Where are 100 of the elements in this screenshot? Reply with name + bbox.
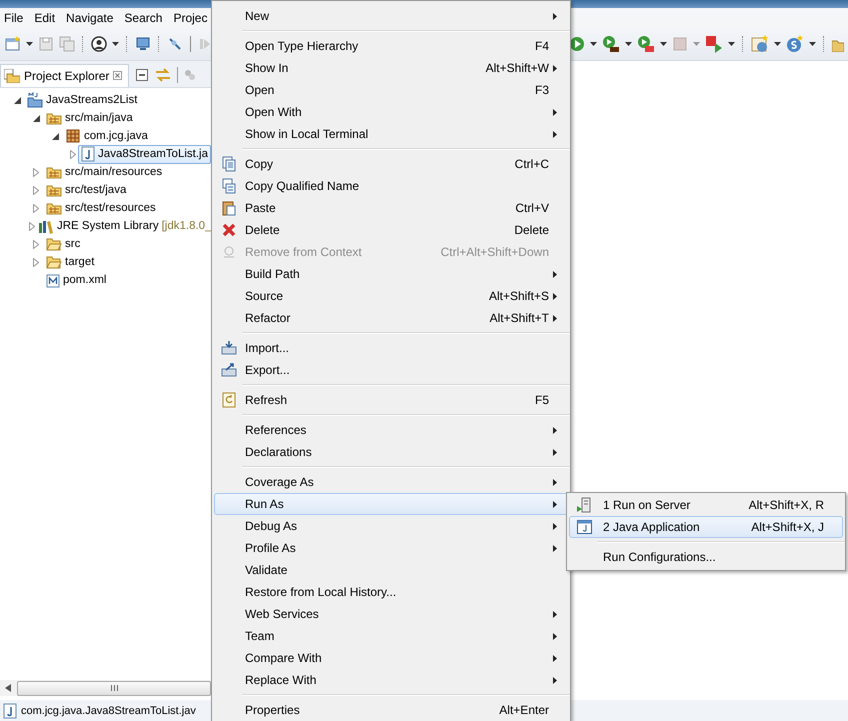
menu-item[interactable]: Team [214,625,568,647]
dots-icon [184,69,196,81]
menu-item[interactable]: Open F3 [214,79,568,101]
caret-icon[interactable] [728,42,735,46]
package-icon [65,128,81,144]
delete-icon [222,223,236,237]
menu-item[interactable]: Validate [214,559,568,581]
menu-item[interactable]: Replace With [214,669,568,691]
import-icon [221,341,237,355]
menu-item[interactable]: 2 Java Application Alt+Shift+X, J [569,516,843,538]
menu-item[interactable]: Compare With [214,647,568,669]
tree-item[interactable]: JavaStreams2List [24,90,140,110]
copy-name-icon [222,178,236,194]
menu-item[interactable]: Run As [214,493,568,515]
launch-icon[interactable] [705,35,723,53]
new-web-icon[interactable] [751,35,769,53]
menu-item[interactable]: Refresh F5 [214,389,568,411]
menu-item[interactable]: Import... [214,337,568,359]
menu-item[interactable]: Profile As [214,537,568,559]
new-service-icon[interactable] [786,35,804,53]
menu-bar-item[interactable]: Search [124,11,162,25]
menu-item[interactable]: Copy Qualified Name [214,175,568,197]
tree-item[interactable]: JRE System Library [jdk1.8.0_ [35,216,214,236]
collapsed-arrow-icon[interactable] [29,222,35,230]
java-app-icon [576,520,592,534]
java-file-icon [3,702,17,718]
menu-bar-item[interactable]: Projec [173,11,208,25]
collapsed-arrow-icon[interactable] [33,258,39,266]
tree-item[interactable]: src [43,234,84,254]
expanded-arrow-icon[interactable] [14,96,20,104]
menu-item[interactable]: References [214,419,568,441]
caret-icon[interactable] [26,42,33,46]
menu-item[interactable]: Build Path [214,263,568,285]
tree-item[interactable]: pom.xml [43,270,110,290]
tree-item[interactable]: src/test/resources [43,198,159,218]
save-all-icon [59,36,75,52]
menu-item[interactable]: Coverage As [214,471,568,493]
menu-item[interactable]: Properties Alt+Enter [214,699,568,721]
remove-icon [222,245,236,259]
collapsed-arrow-icon[interactable] [33,204,39,212]
collapse-all-icon[interactable] [135,68,150,82]
caret-icon[interactable] [590,42,597,46]
menu-bar-item[interactable]: Edit [34,11,56,25]
menu-item[interactable]: Declarations [214,441,568,463]
collapsed-arrow-icon[interactable] [33,168,39,176]
caret-icon [693,42,700,46]
new-wizard-icon[interactable] [5,36,21,52]
monitor-icon[interactable] [135,36,151,52]
menu-item[interactable]: New [214,5,568,27]
collapsed-arrow-icon[interactable] [70,150,76,158]
caret-icon[interactable] [809,42,816,46]
collapsed-arrow-icon[interactable] [33,186,39,194]
menu-item[interactable]: Web Services [214,603,568,625]
menu-item[interactable]: Export... [214,359,568,381]
expanded-arrow-icon[interactable] [52,132,58,140]
project-explorer-tab[interactable]: Project Explorer [0,64,130,86]
menu-item[interactable]: Open With [214,101,568,123]
tree-item[interactable]: src/main/java [43,108,136,128]
collapsed-arrow-icon[interactable] [33,240,39,248]
save-icon [38,36,54,52]
tree-item[interactable]: src/test/java [43,180,130,200]
menu-item[interactable]: Run Configurations... [569,546,843,568]
run-server-icon [577,497,591,513]
export-icon [221,363,237,377]
menu-item[interactable]: Show in Local Terminal [214,123,568,145]
menu-item[interactable]: Copy Ctrl+C [214,153,568,175]
expanded-arrow-icon[interactable] [32,114,40,122]
status-text: com.jcg.java.Java8StreamToList.jav [21,704,196,716]
menu-item[interactable]: Source Alt+Shift+S [214,285,568,307]
tree-item[interactable]: target [43,252,98,272]
maven-file-icon [46,272,60,288]
menu-item[interactable]: Delete Delete [214,219,568,241]
menu-item[interactable]: Show In Alt+Shift+W [214,57,568,79]
tree-item[interactable]: src/main/resources [43,162,166,182]
menu-item[interactable]: Paste Ctrl+V [214,197,568,219]
tree-item[interactable]: com.jcg.java [62,126,151,146]
caret-icon[interactable] [112,42,119,46]
close-icon[interactable] [113,71,122,80]
folder-icon [4,68,20,82]
tree-item[interactable]: Java8StreamToList.ja [78,144,211,164]
menu-bar-item[interactable]: Navigate [66,11,114,25]
stop-icon [672,36,688,52]
run-tool-icon[interactable] [602,35,620,53]
scroll-left-icon[interactable] [5,684,11,692]
copy-icon [222,156,236,172]
menu-item[interactable]: Restore from Local History... [214,581,568,603]
pin-icon[interactable] [167,36,183,52]
menu-item[interactable]: Debug As [214,515,568,537]
menu-bar-item[interactable]: File [4,11,24,25]
person-icon[interactable] [91,36,107,52]
folder-icon [46,236,62,252]
menu-item[interactable]: Refactor Alt+Shift+T [214,307,568,329]
refresh-icon [222,392,236,408]
caret-icon[interactable] [774,42,781,46]
caret-icon[interactable] [625,42,632,46]
run-toolbox-icon[interactable] [637,35,655,53]
caret-icon[interactable] [660,42,667,46]
menu-item[interactable]: 1 Run on Server Alt+Shift+X, R [569,494,843,516]
run-icon[interactable] [569,36,585,52]
java-file-icon [81,146,96,162]
